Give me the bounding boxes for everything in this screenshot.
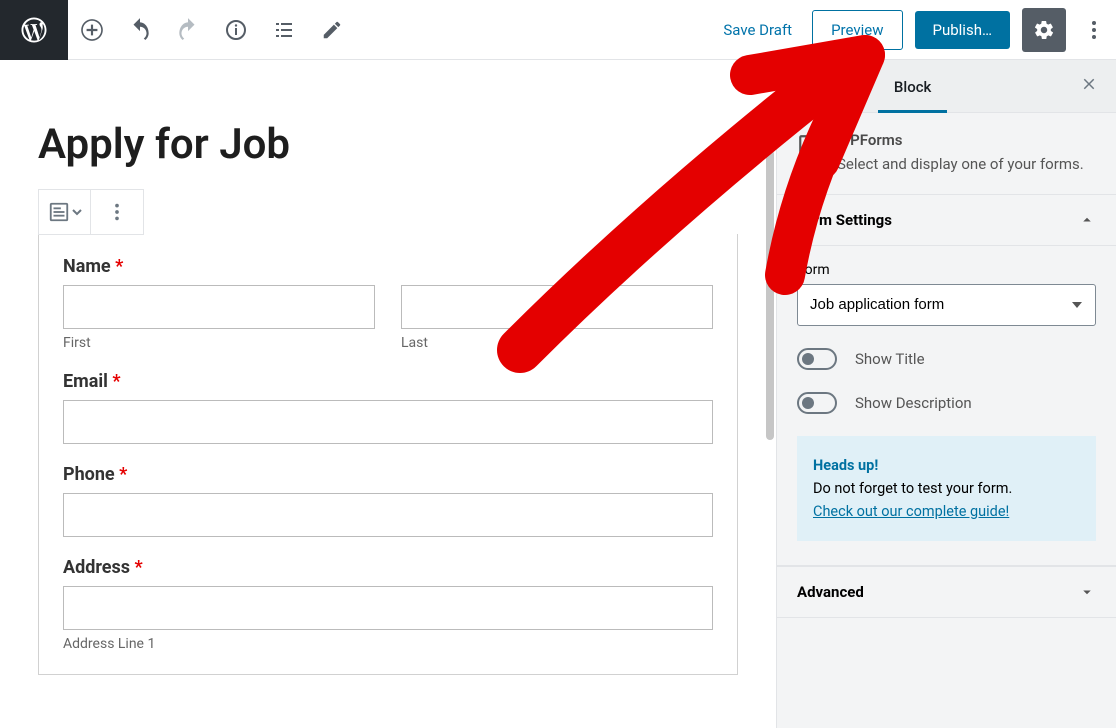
address-label: Address * bbox=[63, 557, 713, 578]
name-label: Name * bbox=[63, 256, 713, 277]
address-line1-sublabel: Address Line 1 bbox=[63, 636, 713, 652]
redo-button[interactable] bbox=[166, 8, 210, 52]
settings-sidebar: Document Block WPForms Select and displa… bbox=[776, 60, 1116, 728]
first-sublabel: First bbox=[63, 335, 375, 351]
phone-label: Phone * bbox=[63, 464, 713, 485]
block-type-button[interactable] bbox=[39, 190, 91, 234]
tab-document[interactable]: Document bbox=[777, 60, 878, 112]
address-line1-input[interactable] bbox=[63, 586, 713, 630]
form-settings-header[interactable]: Form Settings bbox=[777, 195, 1116, 246]
block-toolbar bbox=[38, 189, 144, 235]
last-name-input[interactable] bbox=[401, 285, 713, 329]
show-description-toggle[interactable] bbox=[797, 392, 837, 414]
block-name: WPForms bbox=[837, 131, 1084, 149]
show-description-label: Show Description bbox=[855, 394, 972, 412]
preview-button[interactable]: Preview bbox=[812, 10, 902, 50]
advanced-panel-header[interactable]: Advanced bbox=[777, 566, 1116, 618]
form-select-label: Form bbox=[797, 262, 1096, 278]
first-name-input[interactable] bbox=[63, 285, 375, 329]
wpforms-icon bbox=[797, 133, 823, 163]
edit-tool-button[interactable] bbox=[310, 8, 354, 52]
sidebar-tabs: Document Block bbox=[777, 60, 1116, 113]
save-draft-button[interactable]: Save Draft bbox=[709, 13, 806, 47]
close-sidebar-button[interactable] bbox=[1062, 63, 1116, 109]
publish-button[interactable]: Publish… bbox=[915, 11, 1011, 49]
wordpress-logo[interactable] bbox=[0, 0, 68, 60]
notice-guide-link[interactable]: Check out our complete guide! bbox=[813, 503, 1009, 520]
page-title[interactable]: Apply for Job bbox=[38, 120, 738, 169]
chevron-down-icon bbox=[1078, 583, 1096, 601]
editor-scrollbar[interactable] bbox=[766, 150, 774, 440]
outline-button[interactable] bbox=[262, 8, 306, 52]
show-title-label: Show Title bbox=[855, 350, 925, 368]
email-label: Email * bbox=[63, 371, 713, 392]
tab-block[interactable]: Block bbox=[878, 60, 947, 112]
last-sublabel: Last bbox=[401, 335, 713, 351]
form-select[interactable]: Job application form bbox=[797, 284, 1096, 326]
heads-up-notice: Heads up! Do not forget to test your for… bbox=[797, 436, 1096, 542]
form-preview: Name * First Last Email * Phone * bbox=[38, 234, 738, 675]
phone-input[interactable] bbox=[63, 493, 713, 537]
block-description: Select and display one of your forms. bbox=[837, 153, 1084, 176]
info-button[interactable] bbox=[214, 8, 258, 52]
add-block-button[interactable] bbox=[70, 8, 114, 52]
email-input[interactable] bbox=[63, 400, 713, 444]
undo-button[interactable] bbox=[118, 8, 162, 52]
chevron-up-icon bbox=[1078, 211, 1096, 229]
show-title-toggle[interactable] bbox=[797, 348, 837, 370]
settings-gear-button[interactable] bbox=[1022, 8, 1066, 52]
more-menu-button[interactable] bbox=[1072, 8, 1116, 52]
block-more-button[interactable] bbox=[91, 190, 143, 234]
